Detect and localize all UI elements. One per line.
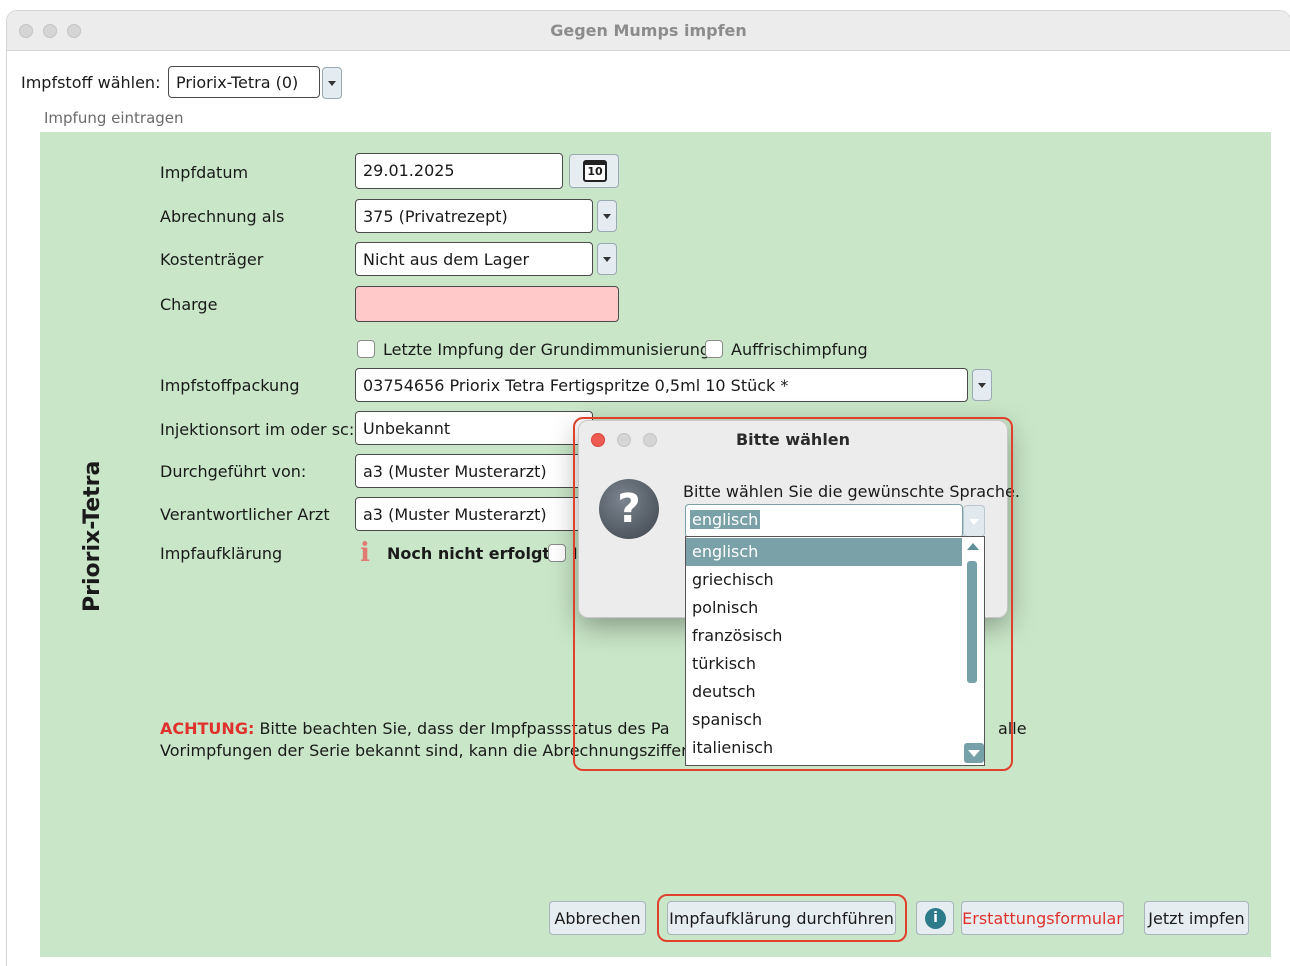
window-title: Gegen Mumps impfen [550, 21, 747, 40]
jetzt-impfen-button[interactable]: Jetzt impfen [1144, 901, 1249, 935]
aufklaerung-label: Impfaufklärung [160, 544, 283, 563]
impfdatum-label: Impfdatum [160, 163, 249, 182]
injektionsort-label: Injektionsort im oder sc: [160, 420, 355, 439]
abrechnung-dropdown-button[interactable] [597, 200, 617, 232]
abrechnung-label: Abrechnung als [160, 207, 285, 226]
calendar-icon: 10 [583, 160, 607, 182]
kostentraeger-label: Kostenträger [160, 250, 264, 269]
auffrischimpfung-checkbox[interactable] [705, 340, 723, 358]
info-icon: i [925, 908, 946, 929]
aufklaerung-checkbox[interactable] [548, 544, 566, 562]
vaccine-side-title: Priorix-Tetra [80, 460, 105, 612]
impfaufklaerung-highlight [657, 894, 907, 942]
impfdatum-field[interactable]: 29.01.2025 [355, 153, 563, 189]
kostentraeger-dropdown-button[interactable] [597, 243, 617, 275]
aufklaerung-status: Noch nicht erfolgt [387, 544, 551, 563]
packung-label: Impfstoffpackung [160, 376, 300, 395]
arzt-select[interactable]: a3 (Muster Musterarzt) [355, 497, 593, 531]
info-warning-icon: i [360, 538, 370, 568]
abrechnung-select[interactable]: 375 (Privatrezept) [355, 199, 593, 233]
grundimmunisierung-label: Letzte Impfung der Grundimmunisierung [383, 340, 711, 359]
arzt-label: Verantwortlicher Arzt [160, 505, 330, 524]
packung-dropdown-button[interactable] [972, 369, 992, 401]
injektionsort-select[interactable]: Unbekannt [355, 411, 593, 445]
durchgefuehrt-label: Durchgeführt von: [160, 462, 307, 481]
charge-label: Charge [160, 295, 218, 314]
auffrischimpfung-label: Auffrischimpfung [731, 340, 868, 359]
vaccine-label: Impfstoff wählen: [21, 73, 161, 92]
vaccine-dropdown-button[interactable] [322, 67, 342, 99]
cancel-button[interactable]: Abbrechen [549, 901, 646, 935]
kostentraeger-select[interactable]: Nicht aus dem Lager [355, 242, 593, 276]
warning-prefix: ACHTUNG: [160, 719, 255, 738]
section-title: Impfung eintragen [44, 109, 184, 127]
erstattungsformular-button[interactable]: Erstattungsformular [961, 901, 1124, 935]
packung-select[interactable]: 03754656 Priorix Tetra Fertigspritze 0,5… [355, 368, 968, 402]
dialog-highlight [573, 417, 1013, 771]
calendar-button[interactable]: 10 [569, 154, 619, 188]
grundimmunisierung-checkbox[interactable] [357, 340, 375, 358]
charge-field[interactable] [355, 286, 619, 322]
vaccine-select[interactable]: Priorix-Tetra (0) [168, 66, 320, 98]
title-bar: Gegen Mumps impfen [7, 11, 1290, 51]
info-button[interactable]: i [916, 901, 954, 935]
durchgefuehrt-select[interactable]: a3 (Muster Musterarzt) [355, 454, 593, 488]
